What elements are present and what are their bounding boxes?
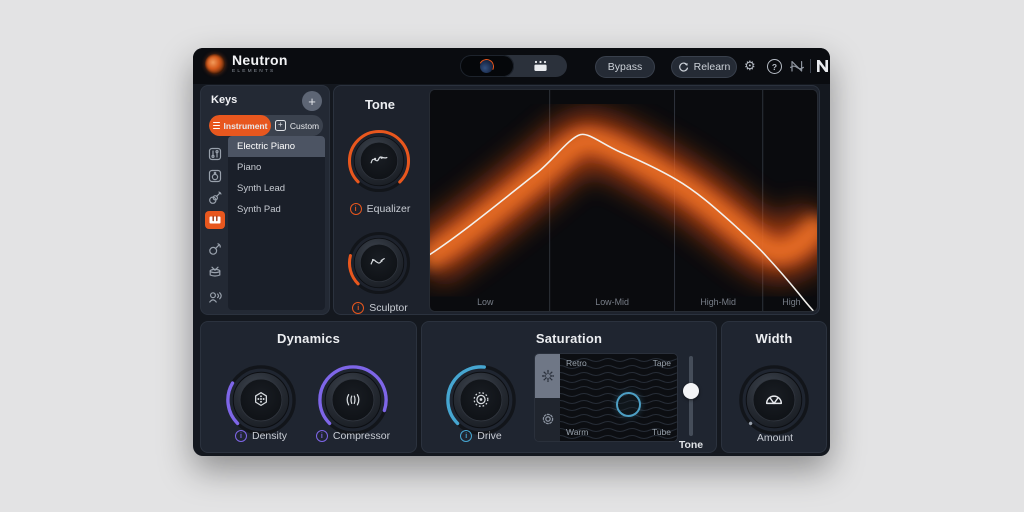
detail-view-tab[interactable] xyxy=(514,55,568,77)
category-drums[interactable] xyxy=(205,263,225,281)
tone-slider-label: Tone xyxy=(678,439,704,451)
saturation-xy-pad[interactable]: Retro Tape Warm Tube xyxy=(560,354,677,441)
width-amount-knob[interactable] xyxy=(737,363,811,437)
band-label-highmid: High-Mid xyxy=(700,297,736,307)
ni-logo xyxy=(817,60,828,72)
gear-flower-icon xyxy=(542,414,553,425)
plugin-window: Neutron ELEMENTS Bypass Relearn ⚙ ? Keys… xyxy=(193,48,830,456)
tab-custom[interactable]: + Custom xyxy=(271,115,323,136)
brass-icon xyxy=(208,243,221,255)
vocals-icon xyxy=(208,292,222,303)
density-power-toggle[interactable]: i xyxy=(234,430,247,442)
pad-corner-tube: Tube xyxy=(651,427,671,437)
bass-icon xyxy=(208,147,221,161)
brand-subtitle: ELEMENTS xyxy=(232,69,276,74)
desktop: { "brand": {"name": "Neutron", "sub": "E… xyxy=(0,0,1024,512)
compressor-label-row: i Compressor xyxy=(307,430,399,442)
band-label-lowmid: Low-Mid xyxy=(595,297,629,307)
keys-icon xyxy=(209,215,220,224)
compressor-power-toggle[interactable]: i xyxy=(315,430,328,442)
bypass-button[interactable]: Bypass xyxy=(595,56,655,78)
saturation-panel: Saturation i Drive Retro Tape Warm Tube … xyxy=(421,321,717,453)
preset-list: Electric Piano Piano Synth Lead Synth Pa… xyxy=(228,136,325,310)
band-label-high: High xyxy=(782,297,800,307)
equalizer-knob[interactable] xyxy=(346,128,412,194)
saturation-title: Saturation xyxy=(535,331,603,346)
category-bass[interactable] xyxy=(205,145,225,163)
bypass-label: Bypass xyxy=(607,61,643,73)
starburst-icon xyxy=(541,369,554,382)
sculptor-power-toggle[interactable]: i xyxy=(352,302,365,314)
brand-name: Neutron xyxy=(232,52,288,68)
width-title: Width xyxy=(755,331,793,346)
tone-spectrum-panel: Tone i Equalizer i Sculptor Low Low-Mid … xyxy=(333,85,820,315)
category-vocals[interactable] xyxy=(205,288,225,306)
category-brass[interactable] xyxy=(205,240,225,258)
tone-slider-handle[interactable] xyxy=(683,383,699,400)
category-keys[interactable] xyxy=(204,211,225,229)
neutron-logo-icon xyxy=(205,53,225,74)
library-title: Keys xyxy=(211,94,238,106)
tone-slider[interactable] xyxy=(683,356,699,436)
relearn-icon xyxy=(678,62,688,72)
list-item[interactable]: Electric Piano xyxy=(228,136,325,157)
view-toggle[interactable] xyxy=(460,55,567,77)
drums-icon xyxy=(209,266,220,277)
drive-knob[interactable] xyxy=(444,363,518,437)
list-item[interactable]: Piano xyxy=(228,157,325,178)
category-strip xyxy=(201,142,228,310)
sculptor-knob[interactable] xyxy=(346,230,412,296)
category-guitar[interactable] xyxy=(205,189,225,207)
assistant-view-tab[interactable] xyxy=(460,55,514,77)
category-amp[interactable] xyxy=(205,167,225,185)
saturation-mode-buttons xyxy=(535,354,560,441)
compressor-knob[interactable] xyxy=(316,363,390,437)
equalizer-label-row: i Equalizer xyxy=(334,203,426,215)
guitar-icon xyxy=(208,191,222,204)
drive-label-row: i Drive xyxy=(435,430,527,442)
tab-instrument[interactable]: Instrument xyxy=(209,115,271,136)
help-icon[interactable]: ? xyxy=(767,59,782,74)
pad-corner-retro: Retro xyxy=(566,358,587,368)
plus-box-icon: + xyxy=(274,120,286,131)
equalizer-power-toggle[interactable]: i xyxy=(349,203,362,215)
drive-power-toggle[interactable]: i xyxy=(460,430,473,442)
list-item[interactable]: Synth Lead xyxy=(228,178,325,199)
brand: Neutron ELEMENTS xyxy=(205,53,288,74)
spectrum-display[interactable]: Low Low-Mid High-Mid High xyxy=(429,89,818,312)
dynamics-panel: Dynamics i Density i Compressor xyxy=(200,321,417,453)
topbar-divider xyxy=(810,59,811,73)
saturation-mode-b-button[interactable] xyxy=(535,397,560,441)
list-item[interactable]: Synth Pad xyxy=(228,199,325,220)
izotope-signature-icon[interactable] xyxy=(789,58,805,74)
tone-title: Tone xyxy=(364,97,396,112)
detail-view-icon xyxy=(534,60,547,71)
amp-icon xyxy=(208,169,221,183)
sculptor-label-row: i Sculptor xyxy=(334,302,426,314)
density-label-row: i Density xyxy=(215,430,307,442)
relearn-button[interactable]: Relearn xyxy=(671,56,737,78)
library-tabs: Instrument + Custom xyxy=(209,115,323,136)
assistant-sphere-icon xyxy=(480,59,494,73)
density-knob[interactable] xyxy=(224,363,298,437)
band-label-low: Low xyxy=(477,297,494,307)
width-amount-label-row: Amount xyxy=(756,432,794,444)
relearn-label: Relearn xyxy=(693,61,731,73)
saturation-mode-a-button[interactable] xyxy=(535,354,560,398)
pad-corner-warm: Warm xyxy=(566,427,589,437)
width-panel: Width Amount xyxy=(721,321,827,453)
topbar: Neutron ELEMENTS Bypass Relearn ⚙ ? xyxy=(193,48,830,84)
saturation-xy-group: Retro Tape Warm Tube xyxy=(534,353,678,442)
add-preset-button[interactable]: + xyxy=(302,91,322,111)
library-panel: Keys + Instrument + Custom Electric Pian… xyxy=(200,85,330,315)
settings-gear-icon[interactable]: ⚙ xyxy=(744,59,756,72)
dynamics-title: Dynamics xyxy=(276,331,341,346)
list-icon xyxy=(212,121,220,130)
pad-corner-tape: Tape xyxy=(652,358,671,368)
